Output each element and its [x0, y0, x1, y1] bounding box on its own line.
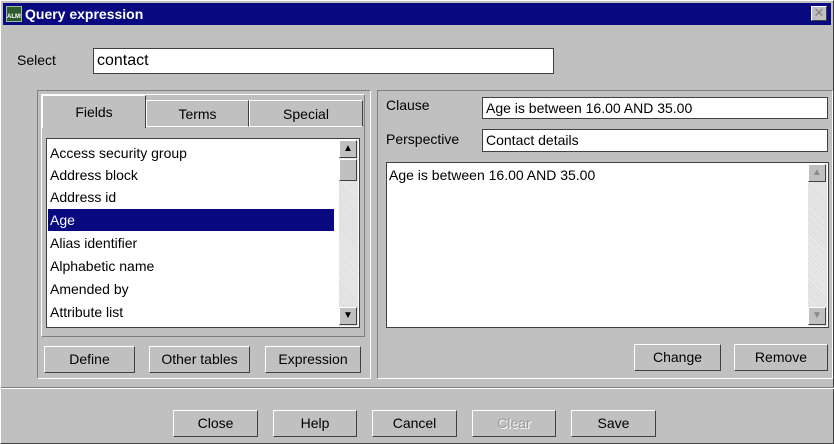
list-item-selected[interactable]: Age — [48, 209, 334, 231]
select-input[interactable]: contact — [93, 48, 554, 74]
expression-scrollbar[interactable]: ▲ ▼ — [808, 164, 827, 326]
scroll-up-icon[interactable]: ▲ — [339, 140, 357, 158]
list-item[interactable]: Alphabetic name — [48, 255, 334, 277]
scroll-down-icon[interactable]: ▼ — [808, 307, 826, 325]
save-button[interactable]: Save — [571, 410, 656, 437]
fields-scrollbar[interactable]: ▲ ▼ — [339, 140, 358, 326]
fields-group-panel: Fields Terms Special Access security gro… — [37, 90, 371, 379]
list-item[interactable]: Address id — [48, 186, 334, 208]
app-logo-icon: ALMS — [6, 6, 22, 22]
cancel-button[interactable]: Cancel — [372, 410, 457, 437]
list-item[interactable]: Access security group — [48, 142, 334, 164]
remove-button[interactable]: Remove — [734, 344, 828, 371]
define-button[interactable]: Define — [44, 346, 135, 373]
perspective-field[interactable]: Contact details — [482, 129, 828, 152]
tab-fields[interactable]: Fields — [42, 95, 146, 128]
bottom-divider — [1, 387, 834, 389]
list-item[interactable]: Amended by — [48, 278, 334, 300]
select-label: Select — [17, 52, 56, 68]
title-bar[interactable]: ALMS Query expression ✕ — [3, 3, 831, 25]
perspective-label: Perspective — [386, 131, 460, 147]
tab-panel: Fields Terms Special Access security gro… — [41, 94, 365, 337]
other-tables-button[interactable]: Other tables — [149, 346, 250, 373]
list-item[interactable]: Attribute list — [48, 301, 334, 323]
tab-terms[interactable]: Terms — [146, 100, 249, 127]
close-icon[interactable]: ✕ — [811, 6, 827, 21]
list-item[interactable]: Address block — [48, 164, 334, 186]
expression-text: Age is between 16.00 AND 35.00 — [389, 167, 596, 183]
clear-button[interactable]: Clear — [472, 410, 556, 437]
expression-textarea[interactable]: Age is between 16.00 AND 35.00 ▲ ▼ — [386, 162, 829, 328]
scroll-thumb[interactable] — [339, 159, 357, 181]
fields-listbox[interactable]: Access security group Address block Addr… — [46, 138, 360, 328]
help-button[interactable]: Help — [273, 410, 357, 437]
list-item[interactable]: Alias identifier — [48, 232, 334, 254]
clause-field[interactable]: Age is between 16.00 AND 35.00 — [482, 97, 828, 119]
scroll-down-icon[interactable]: ▼ — [339, 307, 357, 325]
tab-special[interactable]: Special — [249, 100, 363, 127]
scroll-up-icon[interactable]: ▲ — [808, 164, 826, 182]
window-title: Query expression — [25, 6, 144, 22]
change-button[interactable]: Change — [634, 344, 721, 371]
expression-button[interactable]: Expression — [265, 346, 361, 373]
clause-label: Clause — [386, 97, 430, 113]
clause-panel: Clause Age is between 16.00 AND 35.00 Pe… — [377, 90, 833, 379]
query-expression-window: ALMS Query expression ✕ Select contact F… — [0, 0, 834, 444]
close-button[interactable]: Close — [173, 410, 258, 437]
